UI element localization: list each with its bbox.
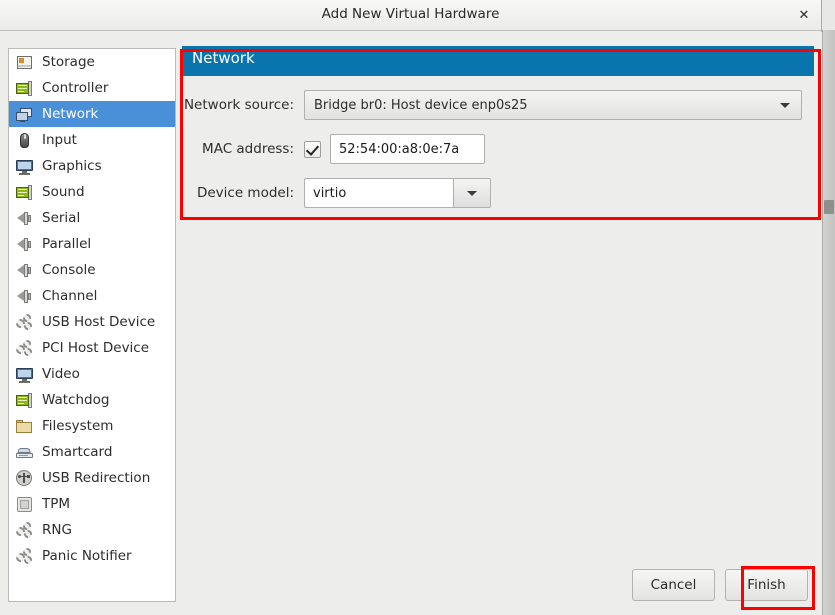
sidebar-item-label: Parallel	[42, 236, 92, 252]
folder-icon	[16, 418, 33, 435]
sidebar-item-label: Storage	[42, 54, 95, 70]
background-scrollbar-thumb[interactable]	[824, 200, 834, 214]
device-model-combo[interactable]: virtio	[304, 178, 491, 208]
gears-icon	[16, 313, 33, 331]
controller-card-icon	[16, 80, 33, 97]
sidebar-item-graphics[interactable]: Graphics	[9, 153, 175, 179]
sidebar-item-console[interactable]: Console	[9, 257, 175, 283]
chevron-down-icon	[467, 191, 477, 196]
mac-address-row: MAC address: 52:54:00:a8:0e:7a	[182, 134, 814, 164]
sidebar-item-controller[interactable]: Controller	[9, 75, 175, 101]
sidebar-item-watchdog[interactable]: Watchdog	[9, 387, 175, 413]
sidebar-item-label: Video	[42, 366, 80, 382]
usb-icon	[16, 469, 33, 487]
network-source-row: Network source: Bridge br0: Host device …	[182, 90, 814, 120]
sidebar-item-label: USB Redirection	[42, 470, 151, 486]
finish-button[interactable]: Finish	[725, 569, 808, 601]
gears-icon	[16, 339, 33, 357]
sidebar-item-label: Smartcard	[42, 444, 113, 460]
close-icon[interactable]: ✕	[795, 7, 813, 25]
sidebar-item-label: TPM	[42, 496, 71, 512]
sidebar-item-label: Controller	[42, 80, 109, 96]
sidebar-item-label: RNG	[42, 522, 72, 538]
device-model-input[interactable]: virtio	[304, 178, 453, 208]
network-source-label: Network source:	[183, 97, 294, 113]
gears-icon	[16, 547, 33, 565]
sidebar-item-usb-redirection[interactable]: USB Redirection	[9, 465, 175, 491]
sidebar-item-label: Watchdog	[42, 392, 110, 408]
sidebar-item-label: Console	[42, 262, 96, 278]
sidebar-item-tpm[interactable]: TPM	[9, 491, 175, 517]
network-icon	[16, 106, 33, 123]
panel-title: Network	[192, 49, 255, 67]
sidebar-item-smartcard[interactable]: Smartcard	[9, 439, 175, 465]
sidebar-item-label: Filesystem	[42, 418, 114, 434]
sidebar-item-input[interactable]: Input	[9, 127, 175, 153]
mac-address-label: MAC address:	[202, 141, 294, 157]
sidebar-item-panic-notifier[interactable]: Panic Notifier	[9, 543, 175, 569]
panel-header: Network	[182, 46, 814, 76]
dialog-body: Storage Controller Network Input Graphics Sou…	[0, 32, 822, 615]
dialog-titlebar: Add New Virtual Hardware ✕	[0, 0, 821, 31]
sidebar-item-label: Channel	[42, 288, 98, 304]
dialog-footer: Cancel Finish	[632, 569, 808, 601]
console-port-icon	[16, 262, 33, 279]
sidebar-item-video[interactable]: Video	[9, 361, 175, 387]
network-form: Network source: Bridge br0: Host device …	[182, 76, 814, 208]
parallel-port-icon	[16, 236, 33, 253]
chevron-down-icon	[780, 103, 790, 108]
sidebar-item-label: Input	[42, 132, 77, 148]
mouse-icon	[16, 132, 33, 149]
mac-address-checkbox[interactable]	[304, 140, 321, 158]
sound-card-icon	[16, 184, 33, 201]
channel-port-icon	[16, 288, 33, 305]
sidebar-item-channel[interactable]: Channel	[9, 283, 175, 309]
sidebar-item-usb-host-device[interactable]: USB Host Device	[9, 309, 175, 335]
smartcard-icon	[16, 444, 33, 461]
sidebar-item-rng[interactable]: RNG	[9, 517, 175, 543]
storage-icon	[16, 54, 33, 71]
network-source-value: Bridge br0: Host device enp0s25	[314, 97, 528, 113]
sidebar-item-serial[interactable]: Serial	[9, 205, 175, 231]
device-model-row: Device model: virtio	[182, 178, 814, 208]
sidebar-item-sound[interactable]: Sound	[9, 179, 175, 205]
mac-address-input[interactable]: 52:54:00:a8:0e:7a	[330, 134, 485, 164]
sidebar-item-network[interactable]: Network	[9, 101, 175, 127]
mac-address-value: 52:54:00:a8:0e:7a	[339, 141, 460, 157]
sidebar-item-label: Network	[42, 106, 99, 122]
cancel-button[interactable]: Cancel	[632, 569, 715, 601]
sidebar-item-storage[interactable]: Storage	[9, 49, 175, 75]
sidebar-item-pci-host-device[interactable]: PCI Host Device	[9, 335, 175, 361]
device-model-value: virtio	[313, 185, 347, 201]
add-hardware-dialog: Add New Virtual Hardware ✕ Storage Contro…	[0, 0, 822, 615]
background-scrollbar-track[interactable]	[822, 30, 835, 615]
sidebar-item-filesystem[interactable]: Filesystem	[9, 413, 175, 439]
sidebar-item-label: USB Host Device	[42, 314, 156, 330]
sidebar-item-label: Graphics	[42, 158, 102, 174]
sidebar-item-label: Sound	[42, 184, 85, 200]
network-config-panel: Network Network source: Bridge br0: Host…	[182, 46, 814, 602]
chip-icon	[16, 496, 33, 513]
dialog-title: Add New Virtual Hardware	[321, 6, 500, 22]
sidebar-item-label: PCI Host Device	[42, 340, 150, 356]
sidebar-item-label: Serial	[42, 210, 81, 226]
device-model-label: Device model:	[196, 185, 294, 201]
device-model-dropdown-button[interactable]	[453, 178, 491, 208]
sidebar-item-parallel[interactable]: Parallel	[9, 231, 175, 257]
sidebar-item-label: Panic Notifier	[42, 548, 132, 564]
hardware-category-list[interactable]: Storage Controller Network Input Graphics Sou…	[8, 48, 176, 602]
network-source-select[interactable]: Bridge br0: Host device enp0s25	[304, 90, 802, 120]
monitor-icon	[16, 366, 33, 383]
monitor-icon	[16, 158, 33, 175]
serial-port-icon	[16, 210, 33, 227]
watchdog-card-icon	[16, 392, 33, 409]
gears-icon	[16, 521, 33, 539]
background-window-strip	[821, 0, 835, 615]
